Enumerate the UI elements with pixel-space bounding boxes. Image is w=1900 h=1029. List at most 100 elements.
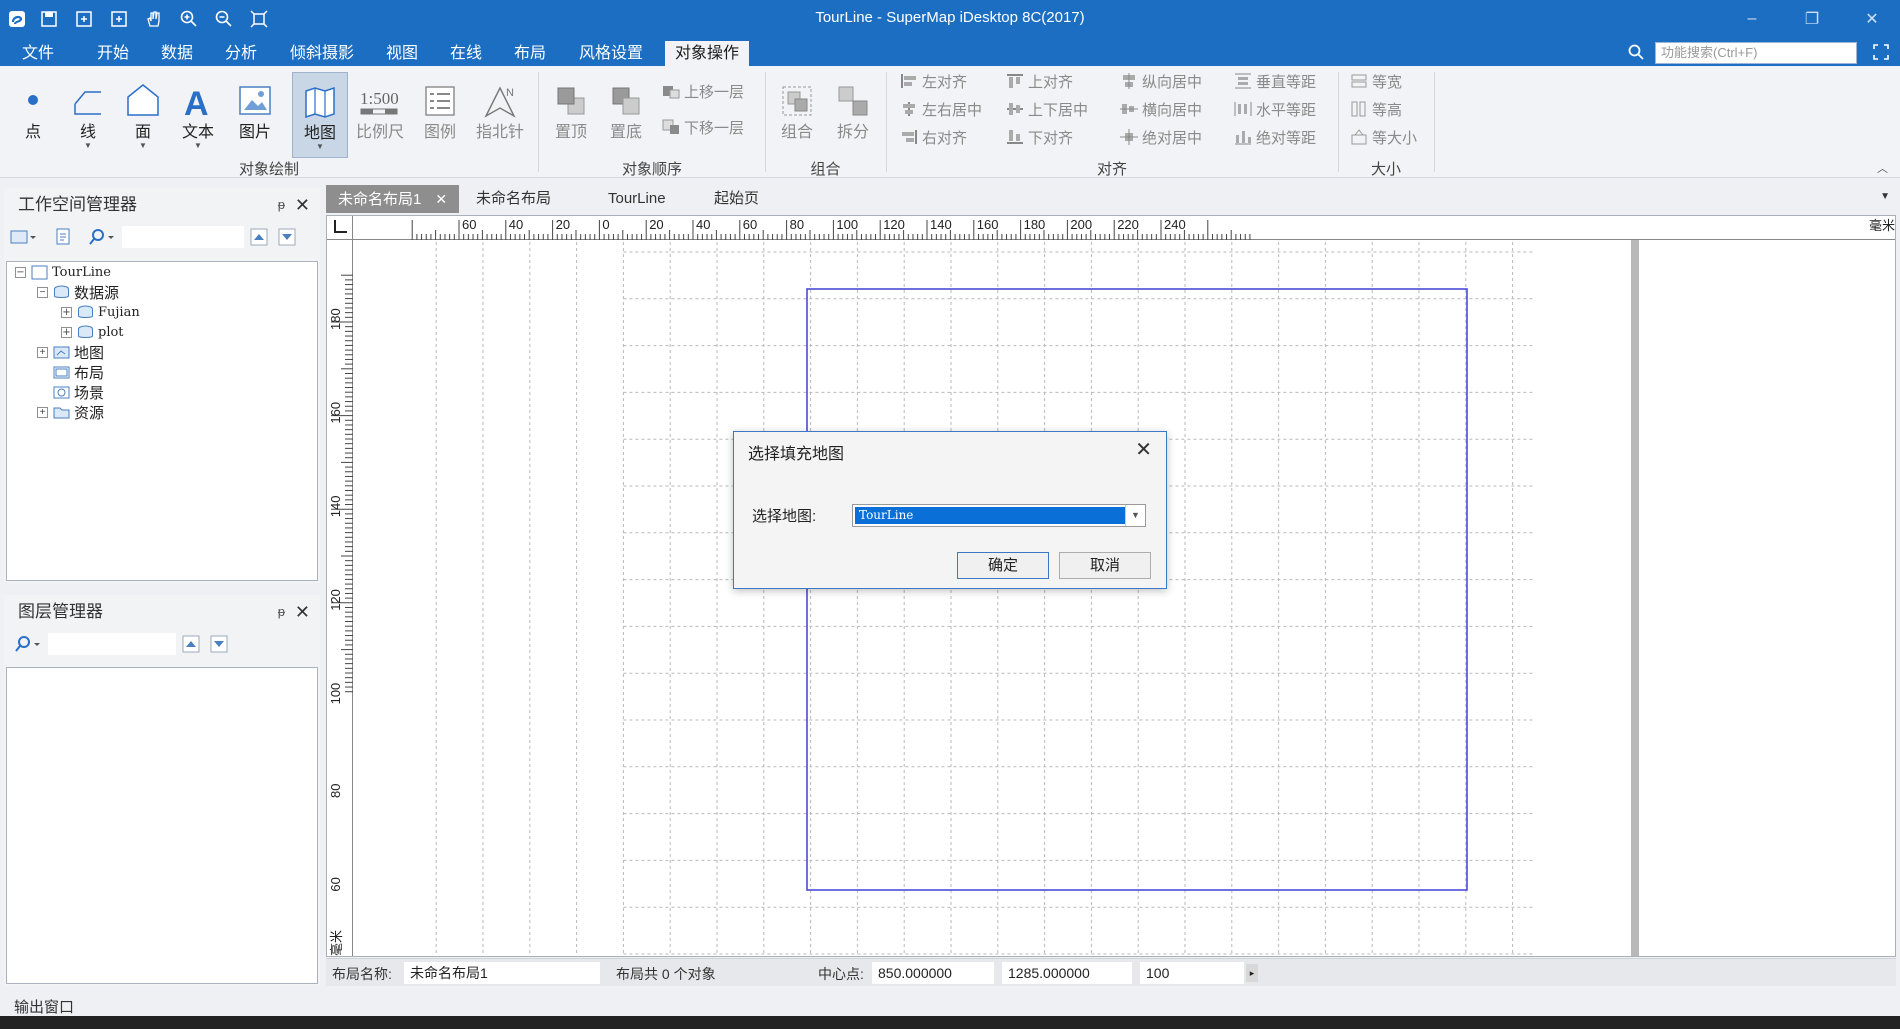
output-window-tab[interactable]: 输出窗口 [14, 996, 74, 1017]
center-absolute-button[interactable]: 绝对居中 [1120, 126, 1202, 148]
map-frame-rect[interactable] [806, 288, 1468, 891]
tree-node-datasources[interactable]: − 数据源 [37, 282, 119, 302]
horizontal-distribute-button[interactable]: 水平等距 [1234, 98, 1316, 120]
open-workspace-icon[interactable] [10, 228, 36, 250]
move-down-button[interactable]: 下移一层 [662, 116, 744, 138]
align-bottom-button[interactable]: 下对齐 [1006, 126, 1073, 148]
tree-node-datasource-plot[interactable]: + plot [61, 322, 124, 342]
close-window-button[interactable]: ✕ [1860, 8, 1884, 30]
menu-layout[interactable]: 布局 [504, 41, 556, 66]
align-left-button[interactable]: 左对齐 [900, 70, 967, 92]
same-width-button[interactable]: 等宽 [1350, 70, 1402, 92]
search-icon[interactable] [1627, 43, 1645, 65]
insert-image-button[interactable]: 图片 [228, 72, 282, 162]
insert-map-button[interactable]: 地图 ▼ [292, 72, 348, 158]
align-middle-icon [1007, 103, 1023, 115]
vertical-distribute-button[interactable]: 垂直等距 [1234, 70, 1316, 92]
move-up-icon[interactable] [250, 228, 268, 250]
ungroup-button[interactable]: 拆分 [826, 72, 880, 162]
new-workspace-icon[interactable] [54, 228, 72, 250]
pin-icon[interactable]: ᵽ [278, 188, 285, 222]
close-icon[interactable]: ✕ [1135, 437, 1152, 462]
menu-oblique-photo[interactable]: 倾斜摄影 [280, 41, 364, 66]
map-select-dropdown[interactable]: TourLine ▼ [852, 504, 1146, 527]
draw-text-button[interactable]: A 文本 ▼ [171, 72, 225, 162]
bring-to-top-button[interactable]: 置顶 [544, 72, 598, 162]
restore-button[interactable]: ❐ [1800, 8, 1824, 30]
chevron-down-icon[interactable]: ▼ [1125, 505, 1145, 526]
layout-page[interactable] [353, 240, 1896, 957]
draw-line-button[interactable]: 线 ▼ [61, 72, 115, 162]
absolute-distribute-button[interactable]: 绝对等距 [1234, 126, 1316, 148]
draw-point-button[interactable]: 点 [6, 72, 60, 162]
center-y-field[interactable]: 1285.000000 [1002, 962, 1132, 984]
collapse-icon[interactable]: − [37, 286, 48, 298]
menu-style-settings[interactable]: 风格设置 [569, 41, 653, 66]
tree-node-workspace[interactable]: − TourLine [15, 262, 111, 282]
tree-node-layouts[interactable]: 布局 [53, 362, 104, 382]
scale-field[interactable]: 100 [1140, 962, 1244, 984]
close-icon[interactable]: ✕ [295, 188, 310, 222]
layout-name-field[interactable]: 未命名布局1 [404, 962, 600, 984]
collapse-icon[interactable]: − [15, 266, 26, 278]
align-right-button[interactable]: 右对齐 [900, 126, 967, 148]
tab-untitled-layout-1[interactable]: 未命名布局1 ✕ [326, 185, 460, 213]
minimize-button[interactable]: – [1740, 8, 1764, 30]
close-icon[interactable]: ✕ [295, 595, 310, 629]
same-size-button[interactable]: 等大小 [1350, 126, 1417, 148]
tab-start-page[interactable]: 起始页 [702, 185, 771, 213]
menu-start[interactable]: 开始 [87, 41, 139, 66]
tab-tourline-map[interactable]: TourLine [596, 185, 678, 213]
fullscreen-icon[interactable] [1872, 43, 1890, 65]
expand-icon[interactable]: + [61, 326, 72, 338]
scale-dropdown-icon[interactable]: ▸ [1246, 964, 1258, 982]
north-arrow-button[interactable]: N 指北针 [472, 72, 528, 162]
ribbon-collapse-icon[interactable]: ︿ [1877, 160, 1888, 176]
search-icon[interactable] [14, 635, 42, 657]
move-down-icon[interactable] [210, 635, 228, 657]
insert-map-label: 地图 [303, 125, 336, 142]
tree-node-resources[interactable]: + 资源 [37, 402, 104, 422]
pin-icon[interactable]: ᵽ [278, 595, 285, 629]
align-top-button[interactable]: 上对齐 [1006, 70, 1073, 92]
ok-button[interactable]: 确定 [957, 552, 1049, 579]
tree-node-maps[interactable]: + 地图 [37, 342, 104, 362]
menu-view[interactable]: 视图 [376, 41, 428, 66]
cancel-button[interactable]: 取消 [1059, 552, 1151, 579]
move-down-icon [662, 119, 679, 134]
layer-search-input[interactable] [48, 633, 176, 655]
center-x-field[interactable]: 850.000000 [872, 962, 994, 984]
tree-node-datasource-fujian[interactable]: + Fujian [61, 302, 140, 322]
draw-polygon-button[interactable]: 面 ▼ [116, 72, 170, 162]
menu-data[interactable]: 数据 [151, 41, 203, 66]
align-right-label: 右对齐 [922, 129, 968, 147]
align-middle-label: 上下居中 [1028, 101, 1089, 119]
scale-bar-button[interactable]: 1:500 比例尺 [352, 72, 408, 162]
tab-list-dropdown-icon[interactable]: ▼ [1880, 191, 1890, 202]
menu-analysis[interactable]: 分析 [215, 41, 267, 66]
expand-icon[interactable]: + [37, 406, 48, 418]
align-center-horizontal-button[interactable]: 左右居中 [900, 98, 982, 120]
tree-node-scenes[interactable]: 场景 [53, 382, 104, 402]
move-up-button[interactable]: 上移一层 [662, 80, 744, 102]
ruler-tick-label: 60 [328, 877, 343, 891]
center-vertical-button[interactable]: 纵向居中 [1120, 70, 1202, 92]
align-middle-vertical-button[interactable]: 上下居中 [1006, 98, 1088, 120]
group-button[interactable]: 组合 [770, 72, 824, 162]
send-to-bottom-button[interactable]: 置底 [599, 72, 653, 162]
legend-button[interactable]: 图例 [413, 72, 467, 162]
menu-file[interactable]: 文件 [12, 41, 64, 66]
move-up-icon[interactable] [182, 635, 200, 657]
tab-untitled-layout[interactable]: 未命名布局 [464, 185, 563, 213]
expand-icon[interactable]: + [61, 306, 72, 318]
expand-icon[interactable]: + [37, 346, 48, 358]
search-icon[interactable] [88, 228, 116, 250]
same-height-button[interactable]: 等高 [1350, 98, 1402, 120]
function-search-input[interactable]: 功能搜索(Ctrl+F) [1655, 42, 1857, 64]
workspace-search-input[interactable] [122, 226, 244, 248]
menu-online[interactable]: 在线 [440, 41, 492, 66]
move-down-icon[interactable] [278, 228, 296, 250]
center-horizontal-button[interactable]: 横向居中 [1120, 98, 1202, 120]
menu-object-operation[interactable]: 对象操作 [665, 41, 750, 66]
close-icon[interactable]: ✕ [435, 191, 447, 207]
